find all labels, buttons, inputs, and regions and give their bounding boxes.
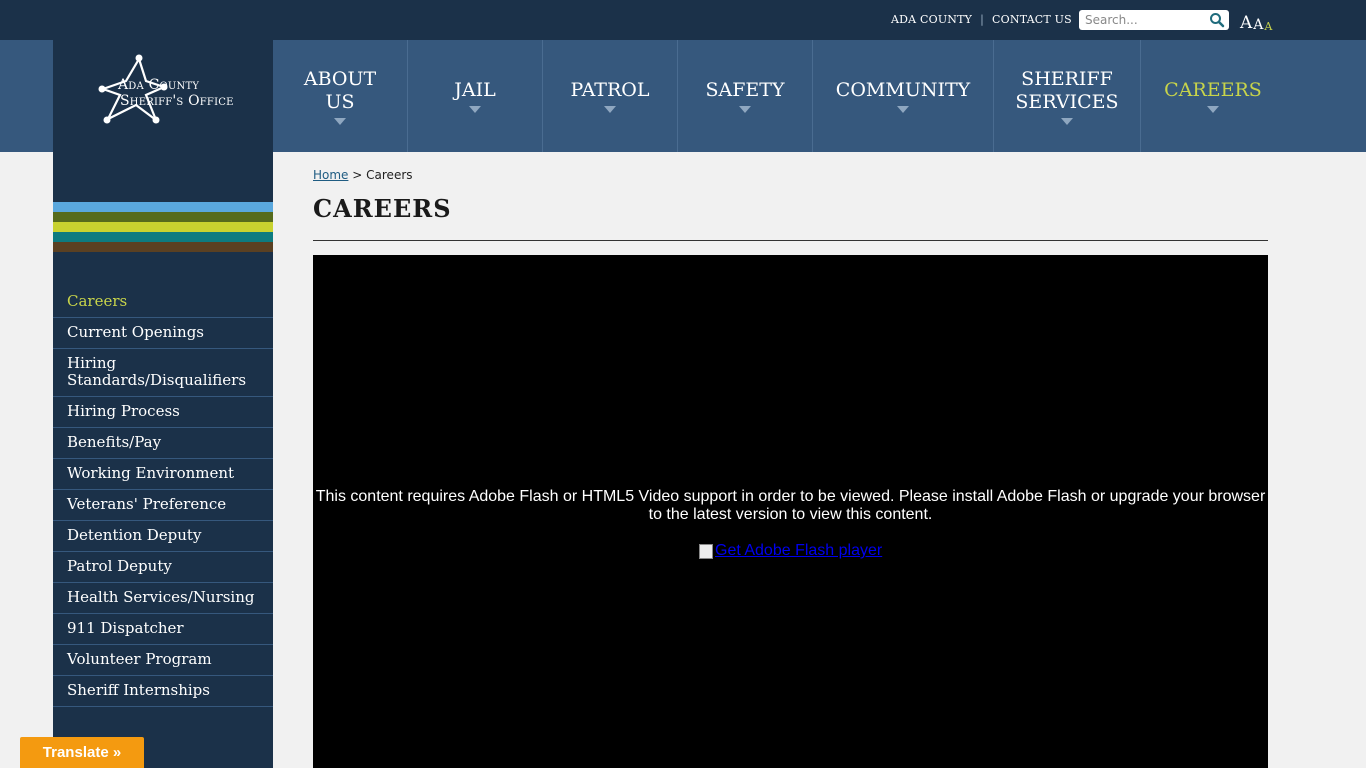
text-size-large-button[interactable]: A [1240,13,1252,33]
nav-label: SAFETY [705,79,785,101]
ada-county-link[interactable]: ADA COUNTY [891,13,972,26]
sidebar-item-911-dispatcher[interactable]: 911 Dispatcher [53,614,273,645]
title-divider [313,240,1268,241]
search-icon[interactable] [1209,12,1225,28]
stripe [53,212,273,222]
nav-safety[interactable]: SAFETY [678,40,813,152]
nav-label: COMMUNITY [835,79,971,101]
color-stripes [53,202,273,252]
video-player[interactable]: This content requires Adobe Flash or HTM… [313,255,1268,768]
stripe [53,242,273,252]
nav-label: CAREERS [1164,79,1262,101]
nav-label: SERVICES [1015,90,1119,113]
search-input[interactable] [1085,11,1209,29]
chevron-down-icon [604,106,616,113]
get-flash-player-text: Get Adobe Flash player [715,542,883,559]
breadcrumb: Home > Careers [313,168,413,182]
nav-label: SHERIFF [1021,67,1113,90]
nav-sheriff-services[interactable]: SHERIFF SERVICES [994,40,1141,152]
stripe [53,202,273,212]
main-nav: ABOUT US JAIL PATROL SAFETY COMMUNITY SH… [273,40,1285,152]
nav-label: ABOUT [303,67,377,90]
sidebar-item-benefits-pay[interactable]: Benefits/Pay [53,428,273,459]
link-separator: | [980,13,985,26]
stripe [53,232,273,242]
nav-label: US [325,90,355,113]
sidebar-nav: Careers Current Openings Hiring Standard… [53,287,273,707]
chevron-down-icon [897,106,909,113]
chevron-down-icon [469,106,481,113]
chevron-down-icon [1061,117,1073,125]
nav-label: JAIL [454,79,496,101]
nav-patrol[interactable]: PATROL [543,40,678,152]
nav-careers[interactable]: CAREERS [1141,40,1285,152]
utility-links: ADA COUNTY | CONTACT US [891,13,1072,26]
nav-about-us[interactable]: ABOUT US [273,40,408,152]
logo-line-1: Ada County [118,77,200,93]
chevron-down-icon [1207,106,1219,113]
translate-button[interactable]: Translate » [20,737,144,768]
breadcrumb-home-link[interactable]: Home [313,168,348,182]
text-size-medium-button[interactable]: A [1253,17,1263,33]
sidebar-item-volunteer-program[interactable]: Volunteer Program [53,645,273,676]
text-size-controls: A A A [1240,13,1273,33]
sidebar-item-patrol-deputy[interactable]: Patrol Deputy [53,552,273,583]
breadcrumb-current: Careers [366,168,413,182]
sidebar-item-sheriff-internships[interactable]: Sheriff Internships [53,676,273,707]
breadcrumb-separator: > [352,168,363,182]
get-flash-player-link[interactable]: Get Adobe Flash player [699,542,882,560]
broken-image-icon [699,543,713,559]
sidebar-item-hiring-standards[interactable]: Hiring Standards/Disqualifiers [53,349,273,397]
chevron-down-icon [334,117,346,125]
logo-text: Ada County Sheriff's Office [118,77,234,109]
nav-label: PATROL [570,79,650,101]
sidebar-item-hiring-process[interactable]: Hiring Process [53,397,273,428]
sidebar-item-detention-deputy[interactable]: Detention Deputy [53,521,273,552]
flash-required-message: This content requires Adobe Flash or HTM… [315,488,1266,523]
sidebar-item-health-services[interactable]: Health Services/Nursing [53,583,273,614]
nav-jail[interactable]: JAIL [408,40,543,152]
stripe [53,222,273,232]
chevron-down-icon [739,106,751,113]
sidebar-item-careers[interactable]: Careers [53,287,273,318]
text-size-small-button[interactable]: A [1264,20,1272,33]
sidebar-item-current-openings[interactable]: Current Openings [53,318,273,349]
sidebar-item-working-environment[interactable]: Working Environment [53,459,273,490]
nav-community[interactable]: COMMUNITY [813,40,994,152]
search-box [1079,10,1229,30]
page-title: CAREERS [313,194,452,223]
logo-line-2: Sheriff's Office [120,93,234,109]
sidebar-item-veterans-preference[interactable]: Veterans' Preference [53,490,273,521]
contact-us-link[interactable]: CONTACT US [992,13,1072,26]
